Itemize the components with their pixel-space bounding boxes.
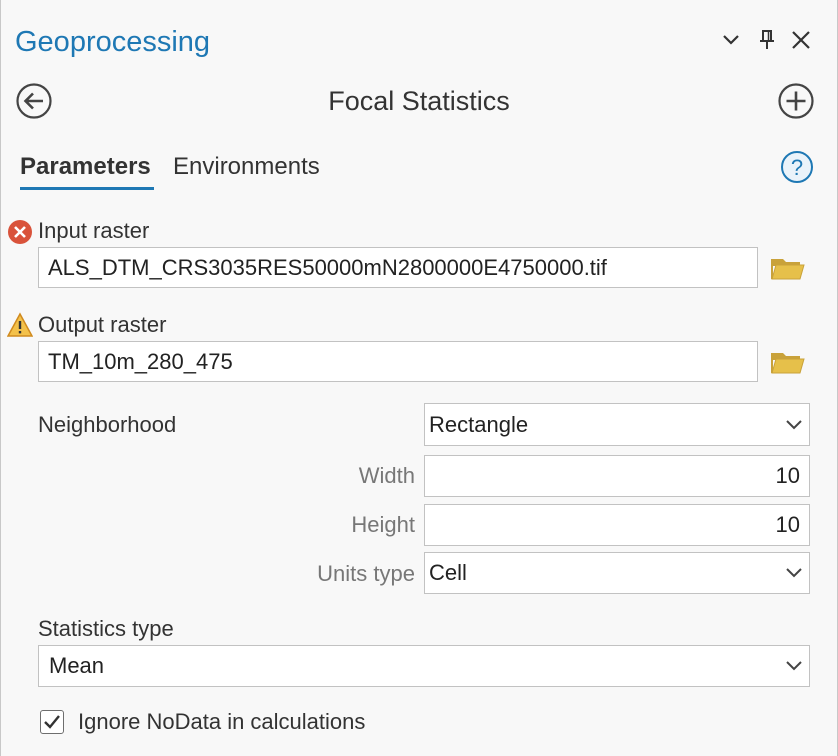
help-button[interactable]: ?	[780, 150, 814, 184]
active-tab-underline	[20, 187, 154, 190]
statistics-type-select[interactable]: Mean	[38, 645, 810, 687]
height-field[interactable]: 10	[424, 504, 810, 546]
pin-icon[interactable]	[753, 26, 781, 54]
options-chevron-icon[interactable]	[717, 26, 745, 54]
tab-environments[interactable]: Environments	[173, 152, 320, 182]
height-label: Height	[351, 512, 415, 537]
pane-title: Geoprocessing	[15, 26, 211, 58]
output-raster-label: Output raster	[38, 312, 167, 337]
tab-parameters[interactable]: Parameters	[20, 152, 151, 182]
add-button[interactable]	[777, 82, 815, 120]
units-type-select[interactable]: Cell	[424, 552, 810, 594]
close-icon[interactable]	[787, 26, 815, 54]
geoprocessing-pane: Geoprocessing Focal Statistics Parameter…	[0, 0, 838, 756]
checkmark-icon	[44, 715, 60, 729]
statistics-type-label: Statistics type	[38, 616, 174, 641]
chevron-down-icon	[786, 661, 802, 671]
tool-title: Focal Statistics	[328, 86, 510, 116]
input-raster-field[interactable]: ALS_DTM_CRS3035RES50000mN2800000E4750000…	[38, 247, 758, 288]
output-raster-browse-button[interactable]	[770, 347, 806, 377]
output-raster-field[interactable]: TM_10m_280_475	[38, 341, 758, 382]
folder-icon	[771, 259, 805, 280]
ignore-nodata-checkbox[interactable]	[40, 710, 64, 734]
chevron-down-icon	[786, 419, 802, 429]
input-raster-browse-button[interactable]	[770, 253, 806, 283]
statistics-type-value: Mean	[49, 653, 105, 678]
plus-circle-icon	[778, 83, 814, 119]
ignore-nodata-label[interactable]: Ignore NoData in calculations	[78, 708, 365, 736]
help-icon: ?	[781, 151, 813, 183]
neighborhood-label: Neighborhood	[38, 412, 177, 437]
folder-icon	[771, 353, 805, 374]
width-label: Width	[358, 463, 415, 488]
width-field[interactable]: 10	[424, 455, 810, 497]
warning-icon	[6, 312, 34, 338]
chevron-down-icon	[786, 568, 802, 578]
input-raster-label: Input raster	[38, 218, 150, 243]
neighborhood-select[interactable]: Rectangle	[424, 403, 810, 446]
error-icon	[7, 219, 33, 245]
svg-text:?: ?	[791, 155, 803, 180]
units-type-value: Cell	[429, 560, 467, 585]
units-type-label: Units type	[317, 561, 415, 586]
neighborhood-value: Rectangle	[429, 411, 529, 437]
